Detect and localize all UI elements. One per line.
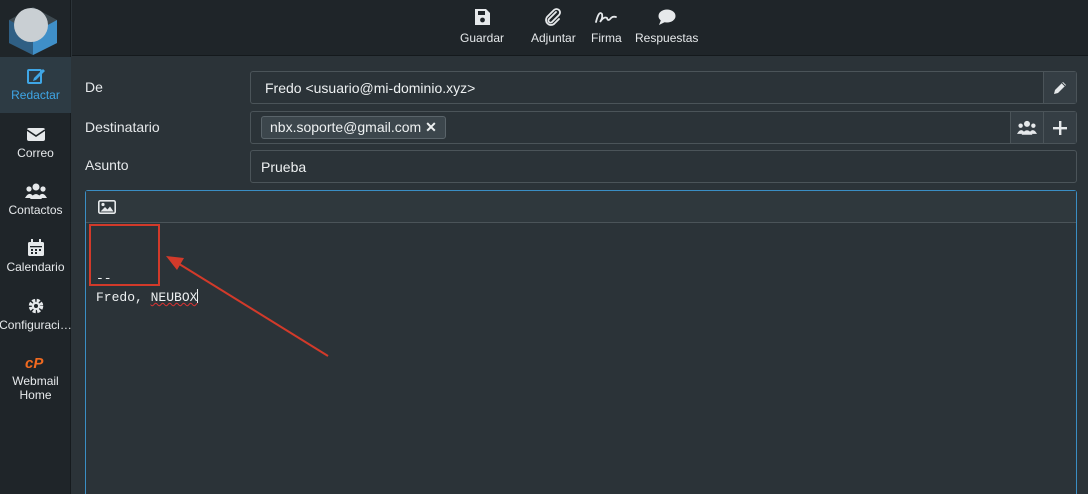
annotation-arrow xyxy=(166,256,329,357)
